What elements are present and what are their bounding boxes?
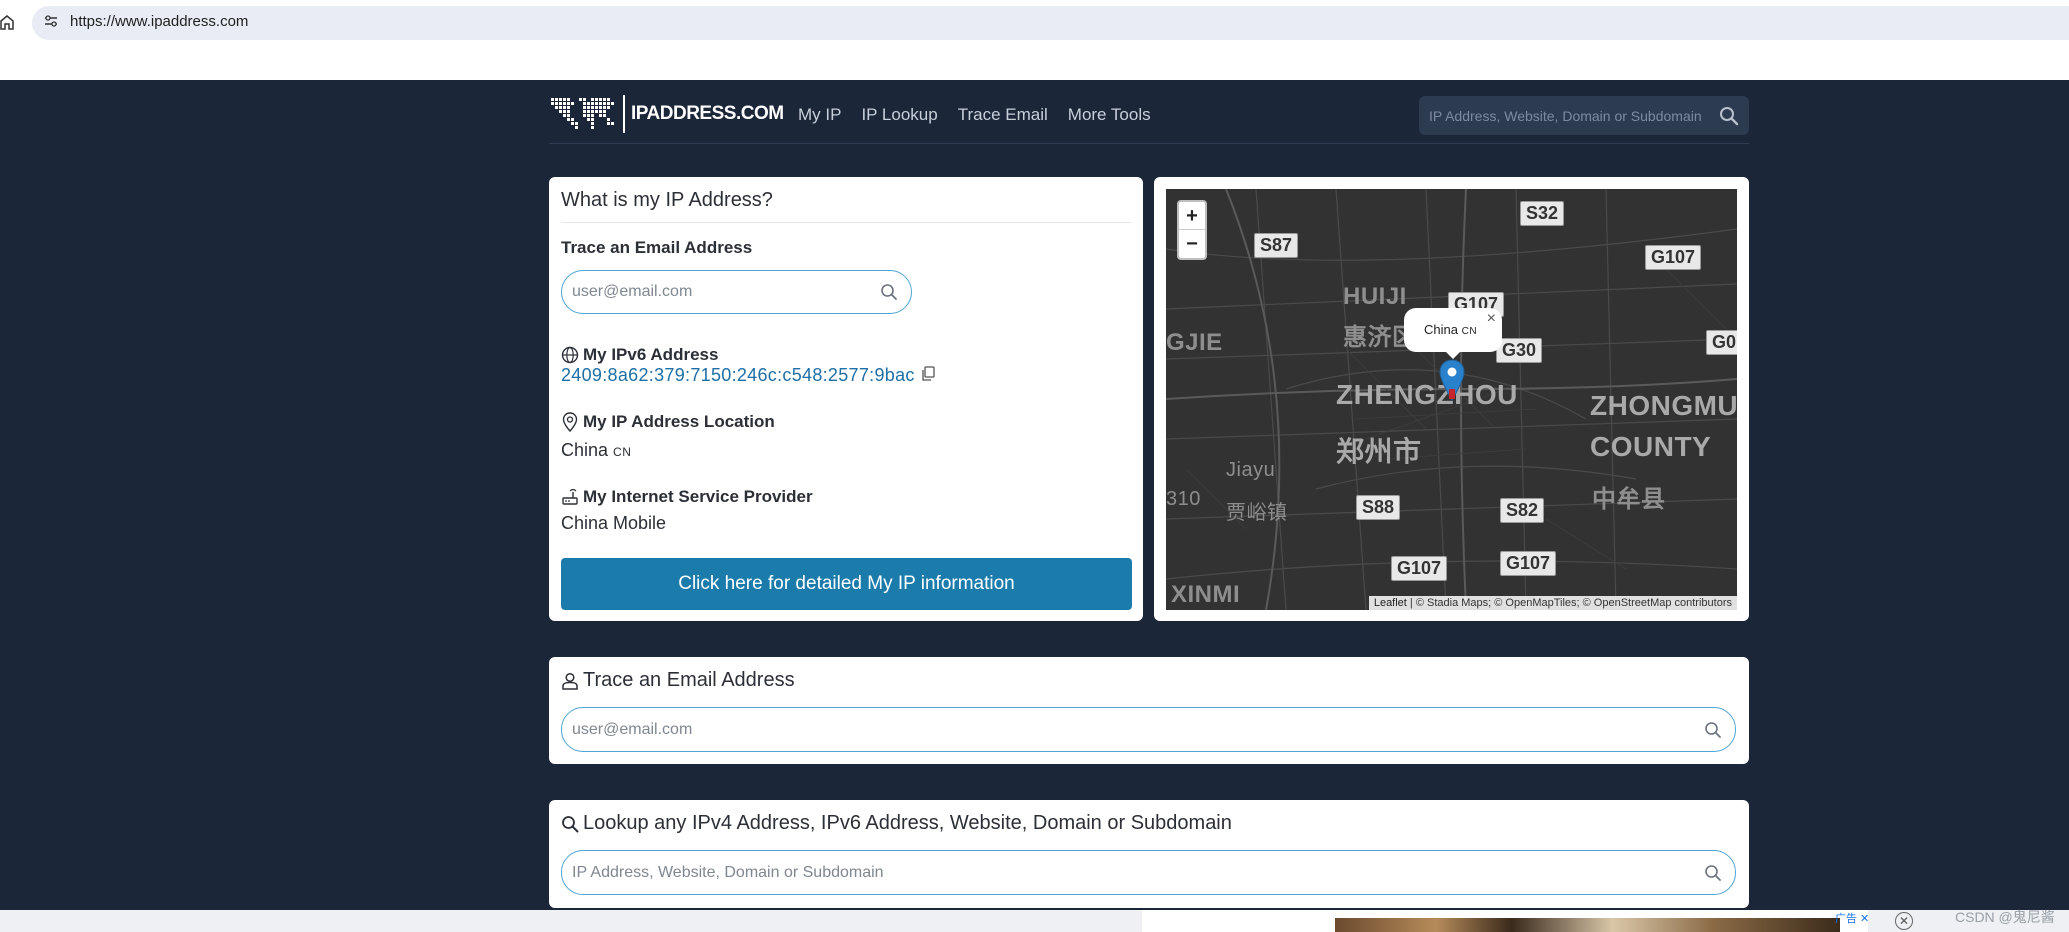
- location-label: My IP Address Location: [561, 412, 775, 432]
- url-text[interactable]: https://www.ipaddress.com: [70, 13, 248, 30]
- map-place-label: ZHENGZHOU: [1336, 379, 1518, 410]
- map-place-label: 中牟县: [1592, 486, 1666, 513]
- road-shield: S32: [1520, 201, 1565, 226]
- search-icon[interactable]: [1719, 106, 1739, 131]
- site-info-icon[interactable]: [44, 14, 60, 30]
- nav-trace-email[interactable]: Trace Email: [958, 105, 1048, 125]
- address-bar[interactable]: [32, 6, 2069, 40]
- road-shield: S87: [1254, 233, 1299, 258]
- trace-email-card-title: Trace an Email Address: [561, 669, 795, 692]
- bottom-strip: [0, 910, 1142, 932]
- isp-label: My Internet Service Provider: [561, 487, 813, 507]
- my-ip-card-title: What is my IP Address?: [561, 189, 773, 211]
- map-attribution: Leaflet | © Stadia Maps; © OpenMapTiles;…: [1368, 596, 1737, 610]
- watermark: CSDN @鬼尼酱: [1955, 909, 2055, 925]
- road-shield: G107: [1645, 245, 1702, 270]
- map-place-label: HUIJI: [1343, 283, 1407, 310]
- magnifier-icon: [562, 815, 579, 832]
- popup-close-icon[interactable]: ×: [1487, 310, 1496, 328]
- road-shield: S82: [1500, 498, 1545, 523]
- site-logo[interactable]: IPADDRESS.COM: [549, 94, 784, 134]
- map-place-label: ZHONGMU: [1590, 390, 1737, 421]
- search-icon[interactable]: [880, 283, 898, 306]
- location-pin-icon: [562, 412, 578, 432]
- isp-value: China Mobile: [561, 513, 667, 533]
- ipv6-value-row: 2409:8a62:379:7150:246c:c548:2577:9bac: [561, 365, 935, 386]
- logo-divider: [623, 95, 625, 133]
- map-place-label: GJIE: [1166, 329, 1223, 356]
- globe-icon: [561, 346, 579, 364]
- map-place-label: 郑州市: [1336, 436, 1422, 467]
- ad-label[interactable]: 广告 ✕: [1835, 910, 1869, 926]
- trace-email-field: [561, 270, 912, 314]
- road-shield: G0: [1706, 330, 1737, 355]
- lookup-input[interactable]: [562, 851, 1691, 894]
- map-place-label: XINMI: [1171, 581, 1241, 608]
- zoom-out-button[interactable]: −: [1179, 230, 1205, 258]
- world-map-logo-icon: [551, 98, 614, 129]
- map-place-label: 310: [1166, 488, 1201, 510]
- map-place-label: 贾峪镇: [1226, 502, 1288, 524]
- location-marker-icon[interactable]: [1439, 359, 1465, 401]
- map-place-label: Jiayu: [1226, 459, 1276, 481]
- logo-text: IPADDRESS.COM: [631, 103, 784, 124]
- close-ad-icon[interactable]: ✕: [1895, 912, 1913, 930]
- lookup-field: [561, 850, 1736, 895]
- trace-email-input[interactable]: [562, 271, 867, 313]
- router-icon: [562, 488, 578, 505]
- road-shield: S88: [1356, 495, 1401, 520]
- country-code: CN: [613, 445, 632, 459]
- popup-text: China CN: [1424, 322, 1478, 337]
- detailed-ip-info-button[interactable]: Click here for detailed My IP informatio…: [561, 558, 1132, 610]
- nav-my-ip[interactable]: My IP: [798, 105, 841, 125]
- ad-image[interactable]: [1335, 918, 1840, 932]
- my-ip-card: What is my IP Address? Trace an Email Ad…: [549, 177, 1143, 621]
- search-icon[interactable]: [1704, 864, 1722, 887]
- nav-more-tools[interactable]: More Tools: [1068, 105, 1151, 125]
- header-search-input[interactable]: [1419, 96, 1709, 135]
- road-shield: G30: [1496, 338, 1543, 363]
- map-place-label: COUNTY: [1590, 431, 1712, 462]
- copy-icon[interactable]: [921, 365, 935, 386]
- header-search: [1419, 96, 1749, 135]
- trace-email-card: Trace an Email Address: [549, 657, 1749, 764]
- search-icon[interactable]: [1704, 721, 1722, 744]
- lookup-card-title: Lookup any IPv4 Address, IPv6 Address, W…: [561, 812, 1232, 835]
- map-popup: China CN ×: [1404, 308, 1502, 352]
- map-card: S32 S87 G107 G107 G30 G0 S88 S82 G107 G1…: [1154, 177, 1749, 621]
- popup-tip: [1444, 350, 1462, 359]
- road-shield: G107: [1500, 551, 1557, 576]
- location-value: China CN: [561, 440, 632, 460]
- ipv6-label: My IPv6 Address: [561, 345, 718, 365]
- user-icon: [562, 672, 578, 690]
- leaflet-link[interactable]: Leaflet: [1374, 597, 1407, 609]
- road-shield: G107: [1391, 556, 1448, 581]
- location-map[interactable]: S32 S87 G107 G107 G30 G0 S88 S82 G107 G1…: [1166, 189, 1737, 610]
- divider: [561, 222, 1131, 223]
- site-header: IPADDRESS.COM My IP IP Lookup Trace Emai…: [549, 80, 1749, 144]
- main-nav: My IP IP Lookup Trace Email More Tools: [798, 105, 1151, 125]
- ipv6-address-link[interactable]: 2409:8a62:379:7150:246c:c548:2577:9bac: [561, 365, 915, 386]
- zoom-in-button[interactable]: +: [1179, 202, 1205, 230]
- lookup-card: Lookup any IPv4 Address, IPv6 Address, W…: [549, 800, 1749, 908]
- trace-email-label: Trace an Email Address: [561, 238, 753, 257]
- trace-email-field: [561, 707, 1736, 752]
- nav-ip-lookup[interactable]: IP Lookup: [861, 105, 937, 125]
- home-icon[interactable]: [0, 14, 16, 32]
- map-zoom-control: + −: [1177, 200, 1207, 260]
- trace-email-input[interactable]: [562, 708, 1691, 751]
